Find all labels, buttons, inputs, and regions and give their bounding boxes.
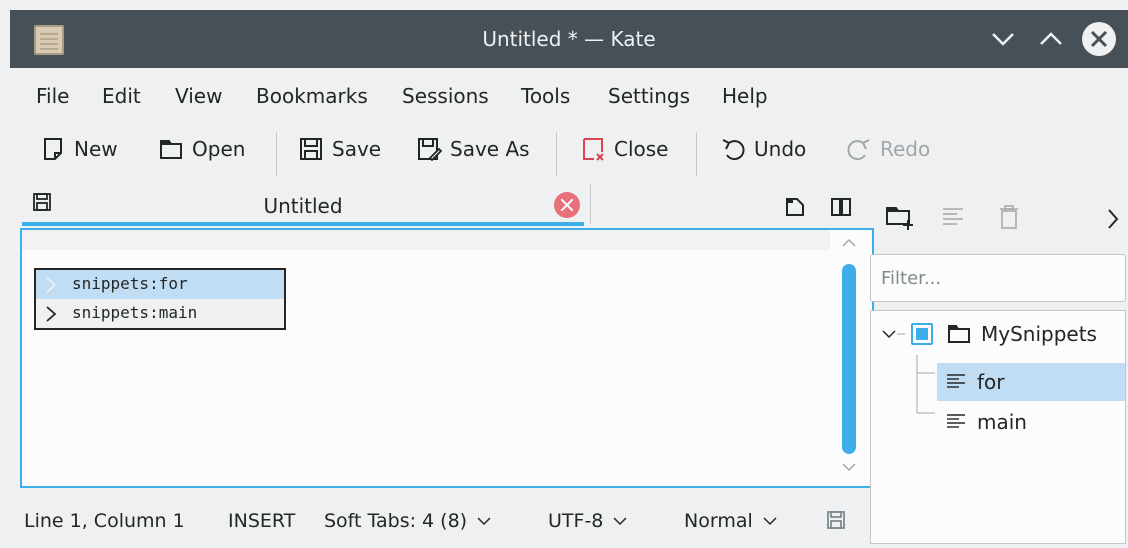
redo-icon [847, 139, 870, 161]
expand-chevron-icon[interactable] [881, 324, 907, 344]
scroll-up-icon[interactable] [842, 238, 856, 248]
new-label: New [74, 137, 118, 161]
toolbar-separator [276, 132, 277, 176]
menu-tools[interactable]: Tools [521, 84, 570, 108]
kate-window: Untitled * — Kate File Edit View Bookmar… [10, 10, 1128, 548]
chevron-right-icon [46, 277, 57, 293]
tab-untitled[interactable]: Untitled [22, 182, 584, 226]
scrollbar-handle[interactable] [842, 264, 856, 454]
menu-settings[interactable]: Settings [608, 84, 690, 108]
toolbar-separator [556, 132, 557, 176]
snippet-icon [947, 414, 965, 428]
open-button[interactable]: Open [158, 130, 245, 168]
highlight-selector[interactable]: Normal [684, 510, 777, 532]
trash-icon[interactable] [996, 204, 1022, 230]
folder-icon [948, 325, 970, 343]
toolbar-separator [696, 132, 697, 176]
menu-bar: File Edit View Bookmarks Sessions Tools … [10, 68, 1128, 118]
menu-view[interactable]: View [175, 84, 222, 108]
chevron-right-icon [46, 306, 57, 322]
snippet-icon [947, 374, 965, 388]
chevron-down-icon [613, 517, 627, 526]
indentation-label: Soft Tabs: 4 (8) [324, 510, 468, 532]
save-icon [300, 138, 322, 160]
tab-separator [590, 184, 591, 224]
close-window-button[interactable] [1082, 22, 1116, 56]
close-document-icon [583, 138, 604, 161]
completion-item[interactable]: snippets:for [36, 270, 284, 299]
new-document-icon [44, 138, 62, 160]
snippet-label: for [977, 370, 1005, 394]
chevron-up-icon [1040, 32, 1062, 45]
tree-item-repository[interactable]: MySnippets [871, 315, 1125, 353]
open-label: Open [192, 137, 246, 161]
snippets-tree: MySnippets for main [870, 310, 1126, 544]
redo-label: Redo [880, 137, 931, 161]
new-button[interactable]: New [40, 130, 118, 168]
snippet-label: main [977, 410, 1027, 434]
vertical-scrollbar[interactable] [836, 230, 862, 486]
tree-item-snippet[interactable]: for [937, 363, 1125, 401]
chevron-down-icon [477, 517, 491, 526]
close-icon [1090, 30, 1108, 48]
save-as-label: Save As [450, 137, 530, 161]
close-label: Close [614, 137, 669, 161]
tab-close-button[interactable] [554, 192, 580, 218]
completion-text: snippets:main [72, 303, 198, 322]
filter-placeholder: Filter... [881, 268, 942, 289]
repository-label: MySnippets [981, 322, 1097, 346]
completion-popup: snippets:for snippets:main [34, 268, 286, 330]
save-label: Save [332, 137, 382, 161]
save-as-button[interactable]: Save As [416, 130, 530, 168]
undo-label: Undo [754, 137, 807, 161]
chevron-right-icon[interactable] [1106, 208, 1120, 230]
chevron-down-icon [763, 517, 777, 526]
add-snippet-icon[interactable] [940, 204, 966, 230]
document-tab-bar: Untitled [22, 182, 872, 226]
menu-help[interactable]: Help [722, 84, 768, 108]
split-view-icon[interactable] [830, 196, 852, 218]
tab-label: Untitled [263, 194, 343, 218]
encoding-label: UTF-8 [548, 510, 604, 532]
main-toolbar: New Open Save Save As Close Undo Redo [10, 118, 1128, 180]
chevron-down-icon [992, 33, 1014, 46]
save-as-icon [418, 138, 442, 162]
save-button[interactable]: Save [298, 130, 381, 168]
menu-bookmarks[interactable]: Bookmarks [256, 84, 368, 108]
save-icon[interactable] [826, 510, 846, 530]
indentation-selector[interactable]: Soft Tabs: 4 (8) [324, 510, 491, 532]
highlight-label: Normal [684, 510, 753, 532]
maximize-button[interactable] [1034, 22, 1068, 56]
snippet-filter-input[interactable]: Filter... [870, 254, 1126, 302]
window-title: Untitled * — Kate [482, 27, 656, 51]
cursor-position[interactable]: Line 1, Column 1 [24, 510, 185, 532]
folder-open-icon [160, 140, 182, 159]
add-repository-icon[interactable] [884, 202, 914, 232]
undo-icon [722, 139, 745, 161]
scroll-down-icon[interactable] [842, 462, 856, 472]
menu-file[interactable]: File [36, 84, 69, 108]
completion-text: snippets:for [72, 274, 188, 293]
input-mode[interactable]: INSERT [228, 510, 295, 532]
undo-button[interactable]: Undo [720, 130, 806, 168]
menu-edit[interactable]: Edit [102, 84, 141, 108]
completion-item[interactable]: snippets:main [36, 299, 284, 328]
tree-item-snippet[interactable]: main [937, 403, 1125, 441]
snippets-toolbar [870, 190, 1128, 246]
minimize-button[interactable] [986, 22, 1020, 56]
redo-button[interactable]: Redo [846, 130, 930, 168]
new-tab-icon[interactable] [784, 196, 806, 218]
status-bar: Line 1, Column 1 INSERT Soft Tabs: 4 (8)… [10, 500, 870, 540]
encoding-selector[interactable]: UTF-8 [548, 510, 627, 532]
repository-checkbox[interactable] [911, 323, 933, 345]
menu-sessions[interactable]: Sessions [402, 84, 489, 108]
current-line-highlight [22, 230, 830, 250]
close-document-button[interactable]: Close [580, 130, 668, 168]
title-bar[interactable]: Untitled * — Kate [10, 10, 1128, 68]
editor-area[interactable]: snippets:for snippets:main [20, 228, 874, 488]
